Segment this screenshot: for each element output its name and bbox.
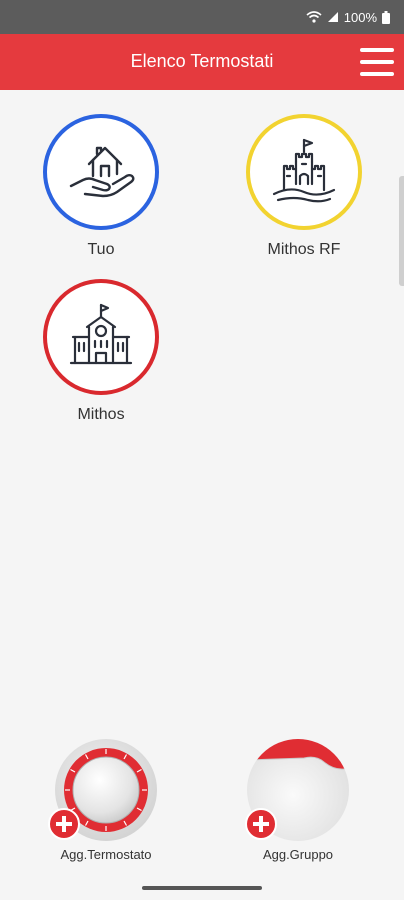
add-group-button[interactable]: Agg.Gruppo: [223, 738, 373, 862]
tile-circle: [246, 114, 362, 230]
tile-label: Tuo: [87, 241, 115, 258]
add-thermostat-label: Agg.Termostato: [60, 847, 152, 862]
group-folder-icon: [245, 738, 350, 842]
page-title: Elenco Termostati: [130, 51, 274, 71]
plus-icon: [245, 808, 277, 840]
status-icons: 100%: [306, 9, 390, 25]
castle-icon: [272, 138, 336, 203]
add-group-label: Agg.Gruppo: [262, 847, 334, 862]
thermostat-tile-mithos[interactable]: Mithos: [31, 279, 171, 424]
home-gesture-bar[interactable]: [142, 886, 262, 890]
scrollbar[interactable]: [399, 176, 404, 286]
tile-label: Mithos: [77, 406, 125, 423]
signal-icon: [327, 12, 338, 22]
tile-label: Mithos RF: [267, 241, 341, 258]
hamburger-menu-icon[interactable]: [360, 45, 394, 79]
app-header: Elenco Termostati: [0, 34, 404, 90]
thermostat-tile-mithos-rf[interactable]: Mithos RF: [234, 114, 374, 259]
tile-circle: [43, 279, 159, 395]
house-in-hand-icon: [69, 146, 135, 198]
thermostat-tile-tuo[interactable]: Tuo: [31, 114, 171, 259]
wifi-icon: [306, 11, 322, 23]
status-bar: 100%: [0, 0, 404, 34]
add-thermostat-button[interactable]: Agg.Termostato: [31, 738, 181, 862]
thermostat-dial-icon: [48, 738, 158, 842]
battery-percentage: 100%: [343, 9, 377, 25]
tile-circle: [43, 114, 159, 230]
school-building-icon: [69, 303, 133, 365]
battery-icon: [382, 10, 390, 24]
plus-icon: [48, 808, 80, 840]
